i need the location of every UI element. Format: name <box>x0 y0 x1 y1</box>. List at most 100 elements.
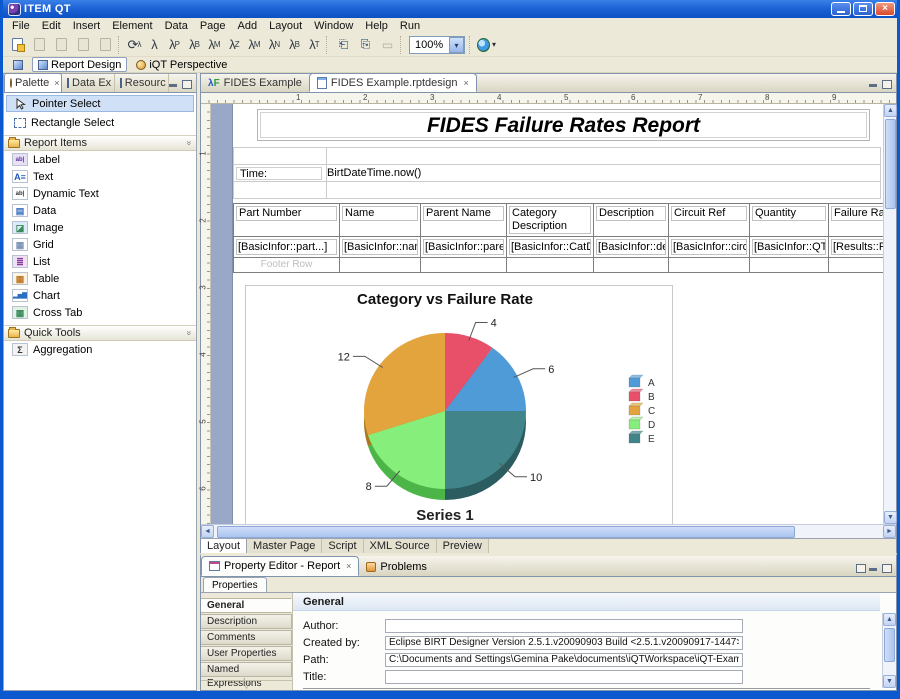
maximize-view-icon[interactable] <box>882 564 892 573</box>
lambda-tool-6-icon[interactable]: λZ <box>225 35 244 55</box>
perspective-iqt[interactable]: iQT Perspective <box>130 57 233 72</box>
scroll-up-icon[interactable]: ▲ <box>883 613 896 626</box>
menu-file[interactable]: File <box>6 20 36 32</box>
table-data-row[interactable]: [BasicInfor::part...][BasicInfor::name][… <box>234 237 884 258</box>
palette-item-chart[interactable]: ▂▅▇Chart <box>4 287 196 304</box>
lambda-tool-3-icon[interactable]: λP <box>165 35 184 55</box>
header-cell-description[interactable]: Description <box>594 204 669 237</box>
view-menu-icon[interactable] <box>856 564 866 573</box>
footer-cell[interactable] <box>750 258 829 273</box>
data-cell[interactable]: [BasicInfor::name] <box>340 237 421 258</box>
lambda-tool-5-icon[interactable]: λM <box>205 35 224 55</box>
tab-resources[interactable]: Resourc <box>115 74 169 92</box>
lambda-tool-10-icon[interactable]: λT <box>305 35 324 55</box>
scroll-left-icon[interactable]: ◄ <box>201 525 214 538</box>
editor-horizontal-scrollbar[interactable]: ◄ ► <box>201 524 896 538</box>
maximize-view-icon[interactable] <box>882 80 892 89</box>
collapse-icon[interactable]: » <box>184 140 194 145</box>
scrollbar-thumb[interactable] <box>217 526 795 538</box>
menu-data[interactable]: Data <box>159 20 194 32</box>
palette-item-label[interactable]: ab|Label <box>4 151 196 168</box>
footer-cell[interactable]: Footer Row <box>234 258 340 273</box>
collapse-icon[interactable]: » <box>184 330 194 335</box>
web-update-button[interactable]: ▾ <box>476 35 497 55</box>
header-cell-failure-rate[interactable]: Failure Rate <box>829 204 884 237</box>
header-cell-name[interactable]: Name <box>340 204 421 237</box>
footer-cell[interactable] <box>421 258 507 273</box>
tab-palette[interactable]: Palette × <box>4 73 62 92</box>
category-general[interactable]: General <box>201 598 292 613</box>
menu-window[interactable]: Window <box>308 20 359 32</box>
save-button[interactable] <box>29 35 50 55</box>
lambda-tool-1-icon[interactable]: ⟳λ <box>125 35 144 55</box>
scrollbar-thumb[interactable] <box>885 119 896 209</box>
tab-layout[interactable]: Layout <box>201 539 247 553</box>
editor-vertical-scrollbar[interactable]: ▲ ▼ <box>883 104 896 524</box>
footer-cell[interactable] <box>594 258 669 273</box>
copy-button[interactable] <box>51 35 72 55</box>
tool-pointer-select[interactable]: Pointer Select <box>6 95 194 112</box>
tab-data-explorer[interactable]: Data Ex <box>62 74 115 92</box>
restore-button[interactable] <box>853 2 873 16</box>
data-cell[interactable]: [Results::FR] <box>829 237 884 258</box>
scroll-right-icon[interactable]: ► <box>883 525 896 538</box>
section-report-items[interactable]: Report Items » <box>4 135 196 151</box>
menu-page[interactable]: Page <box>194 20 232 32</box>
report-table[interactable]: Part NumberNameParent NameCategory Descr… <box>233 203 883 273</box>
scroll-down-icon[interactable]: ▼ <box>883 675 896 688</box>
maximize-view-icon[interactable] <box>182 80 192 89</box>
menu-insert[interactable]: Insert <box>67 20 107 32</box>
lambda-tool-4-icon[interactable]: λB <box>185 35 204 55</box>
menu-run[interactable]: Run <box>394 20 426 32</box>
table-footer-row[interactable]: Footer Row <box>234 258 884 273</box>
time-label-cell[interactable]: Time: <box>236 167 322 180</box>
data-cell[interactable]: [BasicInfor::pare...] <box>421 237 507 258</box>
lambda-tool-8-icon[interactable]: λN <box>265 35 284 55</box>
palette-item-text[interactable]: A≡Text <box>4 168 196 185</box>
palette-item-table[interactable]: ▦Table <box>4 270 196 287</box>
footer-cell[interactable] <box>829 258 884 273</box>
menu-layout[interactable]: Layout <box>263 20 308 32</box>
category-named-expressions[interactable]: Named Expressions <box>201 662 292 677</box>
field-created-by-input[interactable] <box>385 636 743 650</box>
close-button[interactable]: × <box>875 2 895 16</box>
data-cell[interactable]: [BasicInfor::desc] <box>594 237 669 258</box>
close-icon[interactable]: × <box>461 78 468 88</box>
minimize-button[interactable] <box>831 2 851 16</box>
data-cell[interactable]: [BasicInfor::CatD...] <box>507 237 594 258</box>
close-icon[interactable]: × <box>344 561 351 571</box>
pie-chart[interactable]: 4610812Category vs Failure RateSeries 1A… <box>245 285 673 524</box>
footer-cell[interactable] <box>340 258 421 273</box>
field-author-input[interactable] <box>385 619 743 633</box>
header-cell-circuit-ref[interactable]: Circuit Ref <box>669 204 750 237</box>
data-cell[interactable]: [BasicInfor::part...] <box>234 237 340 258</box>
scrollbar-thumb[interactable] <box>884 628 895 662</box>
report-title-grid[interactable]: FIDES Failure Rates Report <box>257 109 870 141</box>
paste-button[interactable] <box>73 35 94 55</box>
perspective-report-design[interactable]: Report Design <box>32 57 127 72</box>
minimize-view-icon[interactable] <box>869 564 879 573</box>
tab-problems[interactable]: Problems <box>359 557 433 576</box>
menu-element[interactable]: Element <box>106 20 158 32</box>
palette-item-aggregation[interactable]: ΣAggregation <box>4 341 196 358</box>
open-perspective-button[interactable] <box>7 57 29 72</box>
header-cell-part-number[interactable]: Part Number <box>234 204 340 237</box>
editor-tab-rptdesign[interactable]: FIDES Example.rptdesign × <box>309 73 477 92</box>
field-path-input[interactable] <box>385 653 743 667</box>
palette-item-dynamic-text[interactable]: ab|Dynamic Text <box>4 185 196 202</box>
tab-property-editor[interactable]: Property Editor - Report × <box>201 556 359 576</box>
header-cell-quantity[interactable]: Quantity <box>750 204 829 237</box>
header-cell-category-description[interactable]: Category Description <box>507 204 594 237</box>
menu-edit[interactable]: Edit <box>36 20 67 32</box>
menu-add[interactable]: Add <box>232 20 264 32</box>
table-header-row[interactable]: Part NumberNameParent NameCategory Descr… <box>234 204 884 237</box>
editor-tab-fides-example[interactable]: λF FIDES Example <box>201 74 309 92</box>
scroll-up-icon[interactable]: ▲ <box>884 104 897 117</box>
footer-cell[interactable] <box>507 258 594 273</box>
palette-item-list[interactable]: ≣List <box>4 253 196 270</box>
lambda-tool-9-icon[interactable]: λB <box>285 35 304 55</box>
category-user-properties[interactable]: User Properties <box>201 646 292 661</box>
footer-cell[interactable] <box>669 258 750 273</box>
minimize-view-icon[interactable] <box>869 80 879 89</box>
menu-help[interactable]: Help <box>359 20 394 32</box>
